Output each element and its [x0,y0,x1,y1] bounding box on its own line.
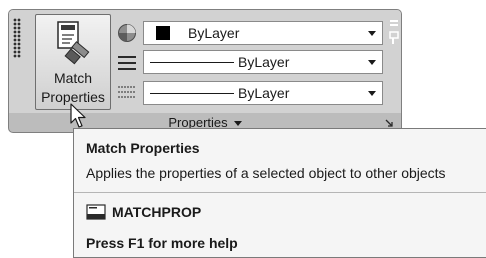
tooltip-title: Match Properties [86,140,200,156]
linetype-icon [118,56,136,70]
linetype-dropdown[interactable]: ByLayer [143,50,383,74]
chevron-down-icon [368,31,376,36]
match-properties-button[interactable]: Match Properties [35,14,111,110]
tooltip-divider [74,192,486,193]
match-properties-label: Match Properties [36,69,110,107]
linetype-preview-line [150,62,234,63]
linetype-value: ByLayer [238,54,290,70]
match-properties-icon [57,21,90,65]
chevron-down-icon [368,60,376,65]
color-swatch [156,26,170,40]
lineweight-preview-line [150,93,234,94]
tooltip-description: Applies the properties of a selected obj… [86,165,446,181]
command-line-icon [86,204,106,220]
properties-panel: Match Properties ByLayer ByLayer ByLayer… [8,9,402,133]
tooltip-command-name: MATCHPROP [112,204,202,220]
panel-pin-icon[interactable] [389,18,399,48]
properties-panel-body: Match Properties ByLayer ByLayer ByLayer [9,10,401,113]
color-dropdown[interactable]: ByLayer [143,21,383,45]
tooltip: Match Properties Applies the properties … [73,128,486,258]
color-value: ByLayer [188,25,240,41]
dialog-launcher-icon[interactable] [384,118,394,128]
tooltip-help-text: Press F1 for more help [86,235,238,251]
mouse-pointer-icon [70,103,86,128]
match-label-line1: Match [53,70,93,86]
chevron-down-icon [233,121,242,127]
lineweight-icon [118,86,136,98]
lineweight-value: ByLayer [238,85,290,101]
lineweight-dropdown[interactable]: ByLayer [143,81,383,105]
panel-grip-handle[interactable] [13,18,21,58]
color-wheel-icon [118,24,136,42]
chevron-down-icon [368,91,376,96]
